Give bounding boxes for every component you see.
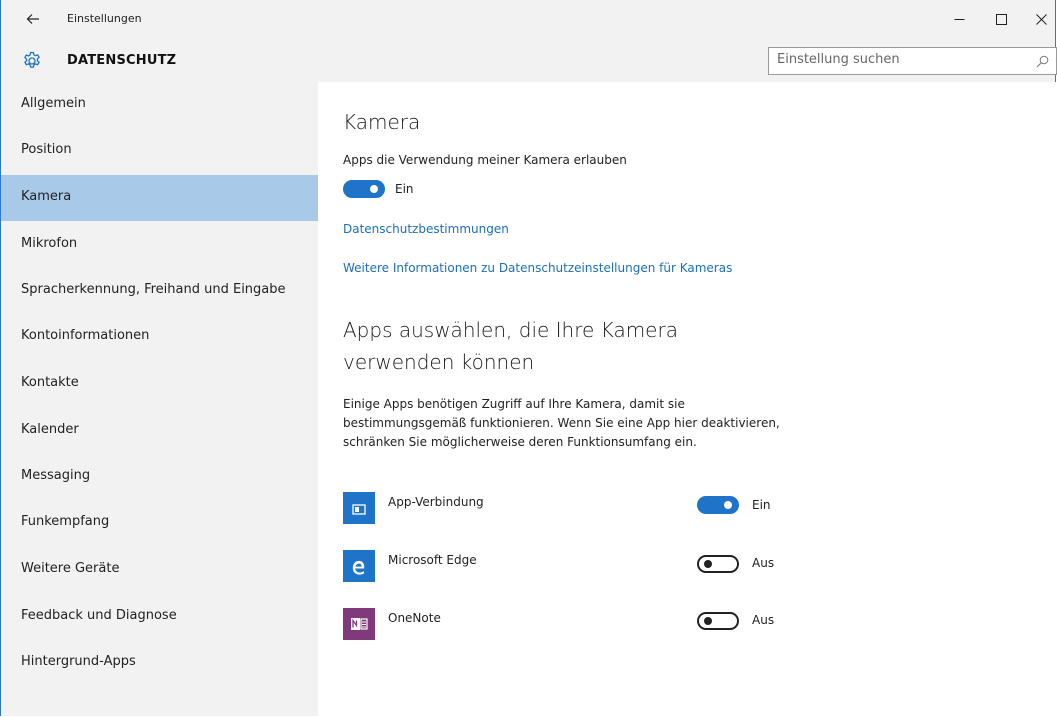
sidebar-item-feedback[interactable]: Feedback und Diagnose bbox=[1, 594, 318, 640]
maximize-icon bbox=[995, 13, 1007, 25]
window-title: Einstellungen bbox=[67, 12, 142, 25]
edge-icon bbox=[343, 550, 375, 582]
apps-heading-line2: verwenden können bbox=[343, 350, 535, 374]
page-title: Kamera bbox=[343, 110, 421, 134]
sidebar: Allgemein Position Kamera Mikrofon Sprac… bbox=[1, 82, 318, 716]
minimize-icon bbox=[954, 18, 964, 20]
toggle-knob bbox=[704, 617, 712, 625]
sidebar-item-label: Position bbox=[21, 142, 72, 157]
sidebar-item-mikrofon[interactable]: Mikrofon bbox=[1, 222, 318, 268]
sidebar-item-label: Funkempfang bbox=[21, 514, 110, 529]
app-toggle-state: Aus bbox=[752, 556, 775, 570]
app-name: App-Verbindung bbox=[388, 495, 484, 509]
sidebar-item-label: Kalender bbox=[21, 422, 79, 437]
camera-access-label: Apps die Verwendung meiner Kamera erlaub… bbox=[343, 153, 627, 167]
close-button[interactable] bbox=[1021, 6, 1057, 32]
camera-access-state: Ein bbox=[395, 182, 414, 196]
sidebar-item-kalender[interactable]: Kalender bbox=[1, 408, 318, 454]
main-content: Kamera Apps die Verwendung meiner Kamera… bbox=[318, 82, 1056, 716]
sidebar-item-funkempfang[interactable]: Funkempfang bbox=[1, 500, 318, 546]
search-icon[interactable] bbox=[1036, 55, 1049, 68]
sidebar-item-kontakte[interactable]: Kontakte bbox=[1, 361, 318, 407]
sidebar-item-messaging[interactable]: Messaging bbox=[1, 454, 318, 500]
sidebar-item-label: Spracherkennung, Freihand und Eingabe bbox=[21, 282, 286, 297]
sidebar-item-hintergrund-apps[interactable]: Hintergrund-Apps bbox=[1, 640, 318, 686]
app-toggle-state: Ein bbox=[752, 498, 771, 512]
app-connector-icon bbox=[343, 492, 375, 524]
camera-privacy-info-link[interactable]: Weitere Informationen zu Datenschutzeins… bbox=[343, 261, 732, 275]
sidebar-item-kamera[interactable]: Kamera bbox=[1, 175, 318, 221]
app-name: OneNote bbox=[388, 611, 441, 625]
settings-header: DATENSCHUTZ bbox=[1, 38, 1057, 82]
sidebar-item-kontoinformationen[interactable]: Kontoinformationen bbox=[1, 314, 318, 360]
title-bar: Einstellungen bbox=[1, 0, 1055, 38]
close-icon bbox=[1035, 13, 1047, 25]
gear-icon bbox=[24, 51, 40, 68]
sidebar-item-label: Kamera bbox=[21, 189, 72, 204]
sidebar-item-position[interactable]: Position bbox=[1, 128, 318, 174]
section-title: DATENSCHUTZ bbox=[67, 53, 177, 68]
toggle-knob bbox=[370, 185, 378, 193]
sidebar-item-label: Kontoinformationen bbox=[21, 328, 150, 343]
app-name: Microsoft Edge bbox=[388, 553, 477, 567]
privacy-statement-link[interactable]: Datenschutzbestimmungen bbox=[343, 222, 509, 236]
toggle-knob bbox=[724, 501, 732, 509]
settings-window: Einstellungen DATENSCHUTZ Allg bbox=[0, 0, 1057, 716]
apps-heading-line1: Apps auswählen, die Ihre Kamera bbox=[343, 318, 678, 342]
sidebar-item-label: Allgemein bbox=[21, 96, 86, 111]
back-button[interactable] bbox=[19, 6, 47, 32]
maximize-button[interactable] bbox=[981, 6, 1021, 32]
sidebar-item-label: Kontakte bbox=[21, 375, 79, 390]
onenote-toggle[interactable] bbox=[697, 612, 739, 630]
toggle-knob bbox=[704, 560, 712, 568]
search-box[interactable] bbox=[768, 47, 1057, 75]
sidebar-item-label: Hintergrund-Apps bbox=[21, 654, 136, 669]
sidebar-item-label: Weitere Geräte bbox=[21, 561, 120, 576]
apps-heading: Apps auswählen, die Ihre Kamera verwende… bbox=[343, 314, 763, 378]
back-arrow-icon bbox=[26, 14, 39, 24]
app-verbindung-toggle[interactable] bbox=[697, 496, 739, 514]
sidebar-item-label: Messaging bbox=[21, 468, 91, 483]
sidebar-item-label: Feedback und Diagnose bbox=[21, 608, 177, 623]
apps-description: Einige Apps benötigen Zugriff auf Ihre K… bbox=[343, 397, 780, 449]
sidebar-item-label: Mikrofon bbox=[21, 236, 78, 251]
onenote-icon bbox=[343, 608, 375, 640]
sidebar-item-spracherkennung[interactable]: Spracherkennung, Freihand und Eingabe bbox=[1, 268, 318, 314]
app-toggle-state: Aus bbox=[752, 613, 775, 627]
sidebar-item-weitere-geraete[interactable]: Weitere Geräte bbox=[1, 547, 318, 593]
minimize-button[interactable] bbox=[939, 6, 979, 32]
microsoft-edge-toggle[interactable] bbox=[697, 555, 739, 573]
sidebar-item-allgemein[interactable]: Allgemein bbox=[1, 82, 318, 128]
search-input[interactable] bbox=[777, 52, 1027, 67]
camera-access-toggle[interactable] bbox=[343, 180, 385, 198]
